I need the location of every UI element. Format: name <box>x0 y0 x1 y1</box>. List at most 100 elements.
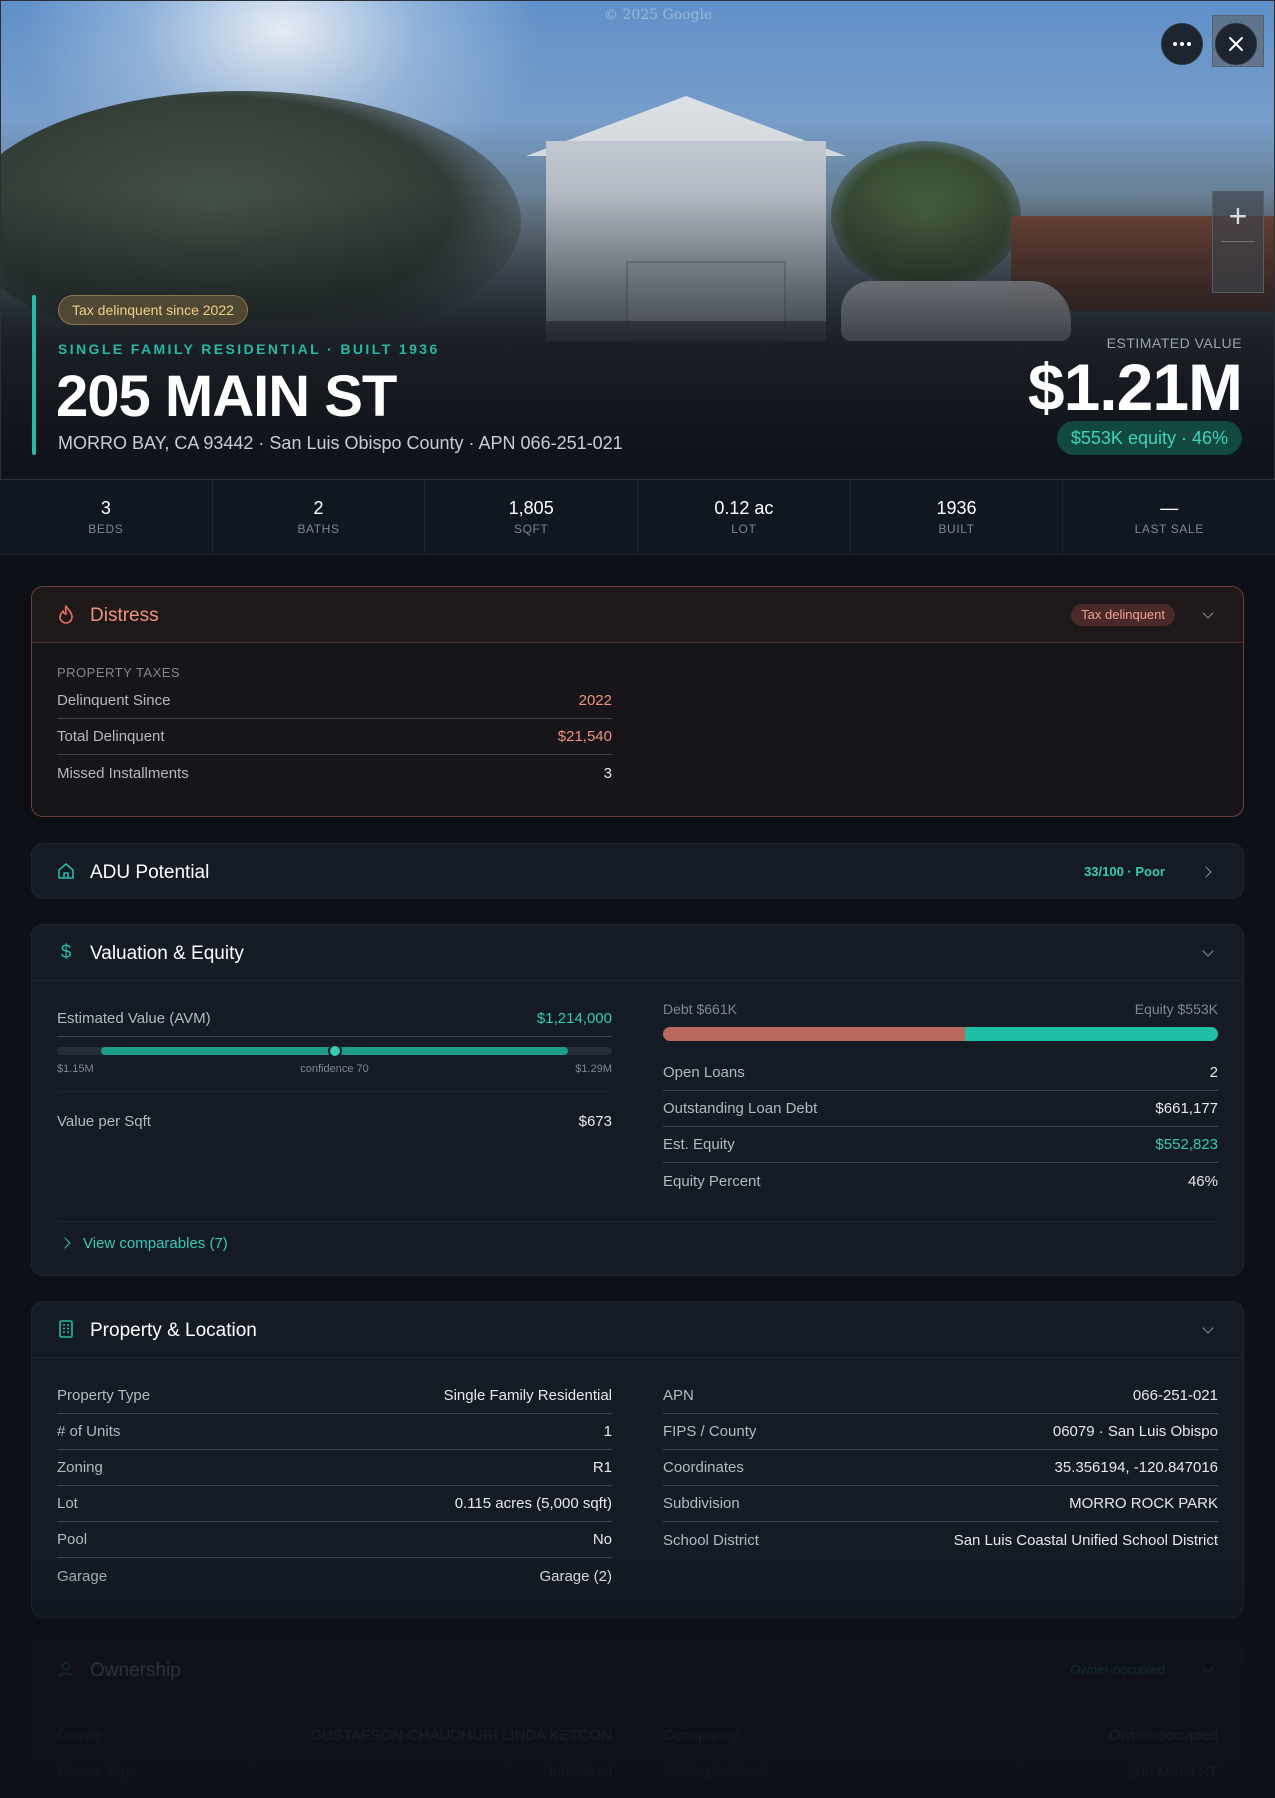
detail-row: # of Units 1 <box>57 1414 612 1450</box>
adu-potential-card[interactable]: ADU Potential 33/100 · Poor <box>31 843 1244 899</box>
stat-value: — <box>1160 498 1179 518</box>
stat-built: 1936 BUILT <box>851 480 1064 554</box>
detail-row: FIPS / County 06079 · San Luis Obispo <box>663 1414 1218 1450</box>
row-label: Total Delinquent <box>57 728 165 745</box>
property-location-card: Property & Location Property Type Single … <box>31 1301 1244 1618</box>
detail-row: Pool No <box>57 1522 612 1558</box>
row-label: Est. Equity <box>663 1136 735 1153</box>
row-label: Delinquent Since <box>57 692 171 709</box>
property-address: MORRO BAY, CA 93442 · San Luis Obispo Co… <box>58 433 623 453</box>
view-comparables-link[interactable]: View comparables (7) <box>57 1235 228 1252</box>
property-title: Property & Location <box>90 1320 257 1341</box>
row-value: Single Family Residential <box>443 1387 612 1404</box>
total-delinquent-row: Total Delinquent $21,540 <box>57 719 612 755</box>
stat-sqft: 1,805 SQFT <box>425 480 639 554</box>
stat-baths: 2 BATHS <box>213 480 426 554</box>
valuation-title: Valuation & Equity <box>90 943 244 964</box>
row-label: Coordinates <box>663 1459 744 1476</box>
adu-header[interactable]: ADU Potential 33/100 · Poor <box>32 844 1243 898</box>
row-label: Lot <box>57 1495 78 1512</box>
detail-row: Mailing Address 205 MAIN ST <box>663 1754 1218 1790</box>
row-value: Owner-occupied <box>1108 1727 1218 1744</box>
more-options-button[interactable] <box>1161 23 1203 65</box>
row-label: Mailing Address <box>663 1763 769 1781</box>
row-value: Individual <box>548 1763 612 1781</box>
tax-delinquent-badge: Tax delinquent since 2022 <box>58 295 248 325</box>
row-label: Equity Percent <box>663 1172 761 1190</box>
row-value: 2 <box>1209 1064 1218 1081</box>
chevron-down-icon[interactable] <box>1201 1662 1217 1678</box>
imagery-watermark: © 2025 Google <box>604 7 713 23</box>
detail-row: Coordinates 35.356194, -120.847016 <box>663 1450 1218 1486</box>
stat-value: 3 <box>100 498 111 518</box>
adu-score-badge: 33/100 · Poor <box>1084 864 1165 879</box>
row-value: 066-251-021 <box>1132 1387 1218 1404</box>
row-label: Owner <box>57 1727 102 1744</box>
ellipsis-icon <box>1173 42 1191 46</box>
row-value: San Luis Coastal Unified School District <box>953 1531 1218 1549</box>
zoom-divider <box>1221 241 1255 242</box>
property-taxes-label: PROPERTY TAXES <box>57 665 181 680</box>
detail-row: Subdivision MORRO ROCK PARK <box>663 1486 1218 1522</box>
chevron-right-icon[interactable] <box>1201 864 1217 880</box>
row-label: Missed Installments <box>57 764 189 782</box>
flame-icon <box>56 605 76 625</box>
row-value: 0.115 acres (5,000 sqft) <box>454 1495 612 1512</box>
close-button[interactable] <box>1215 23 1257 65</box>
row-label: Garage <box>57 1567 108 1585</box>
page-title: 205 MAIN ST <box>56 364 397 429</box>
row-label: School District <box>663 1531 759 1549</box>
zoom-in-button[interactable]: + <box>1212 191 1264 241</box>
row-label: Occupancy <box>663 1727 739 1744</box>
stat-label: BEDS <box>88 522 124 536</box>
avm-confidence-bar <box>57 1044 612 1058</box>
row-label: Subdivision <box>663 1495 740 1512</box>
range-high-label: $1.29M <box>575 1063 612 1075</box>
property-header[interactable]: Property & Location <box>32 1302 1243 1358</box>
stat-lot: 0.12 ac LOT <box>638 480 851 554</box>
row-value: $661,177 <box>1155 1100 1218 1117</box>
stat-value: 1936 <box>936 498 977 518</box>
hero-photo-panel: © 2025 Google + Tax delinquent since 202… <box>0 0 1275 480</box>
distress-card: Distress Tax delinquent PROPERTY TAXES D… <box>31 586 1244 817</box>
detail-row: APN 066-251-021 <box>663 1378 1218 1414</box>
debt-equity-labels: Debt $661K Equity $553K <box>663 1001 1218 1017</box>
debt-segment <box>663 1027 966 1041</box>
close-icon <box>1229 37 1243 51</box>
chevron-down-icon[interactable] <box>1201 945 1217 961</box>
value-per-sqft-row: Value per Sqft $673 <box>57 1103 612 1139</box>
row-value: 1 <box>603 1423 612 1440</box>
equity-segment <box>965 1027 1218 1041</box>
equity-badge: $553K equity · 46% <box>1056 421 1242 455</box>
dollar-icon: $ <box>60 942 72 963</box>
debt-label: Debt $661K <box>663 1001 737 1017</box>
row-value: 205 MAIN ST <box>1127 1763 1218 1781</box>
delinquent-since-row: Delinquent Since 2022 <box>57 683 612 719</box>
row-label: # of Units <box>57 1423 121 1440</box>
row-label: Value per Sqft <box>57 1112 151 1130</box>
missed-installments-row: Missed Installments 3 <box>57 755 612 791</box>
open-loans-row: Open Loans 2 <box>663 1055 1218 1091</box>
stat-label: BUILT <box>938 522 975 536</box>
ownership-header[interactable]: Ownership Owner-occupied <box>32 1642 1243 1698</box>
row-label: Pool <box>57 1531 88 1548</box>
chevron-down-icon[interactable] <box>1201 1322 1217 1338</box>
plus-icon: + <box>1228 198 1248 234</box>
row-value: No <box>592 1531 612 1548</box>
distress-title: Distress <box>90 605 159 626</box>
avm-marker <box>327 1044 342 1058</box>
detail-row: Owner GUSTAFSON-CHAUDHURI LINDA KETCON <box>57 1718 612 1754</box>
stat-value: 2 <box>313 498 324 518</box>
stat-last-sale: — LAST SALE <box>1063 480 1275 554</box>
valuation-header[interactable]: $ Valuation & Equity <box>32 925 1243 981</box>
accent-bar <box>32 295 36 455</box>
detail-row: Property Type Single Family Residential <box>57 1378 612 1414</box>
stat-label: BATHS <box>297 522 340 536</box>
debt-equity-bar <box>663 1027 1218 1041</box>
distress-header[interactable]: Distress Tax delinquent <box>32 587 1243 643</box>
tax-delinquent-tag: Tax delinquent <box>1071 604 1175 626</box>
detail-row: Owner Type Individual <box>57 1754 612 1790</box>
chevron-down-icon[interactable] <box>1201 607 1217 623</box>
row-label: FIPS / County <box>663 1423 757 1440</box>
equity-percent-row: Equity Percent 46% <box>663 1163 1218 1199</box>
